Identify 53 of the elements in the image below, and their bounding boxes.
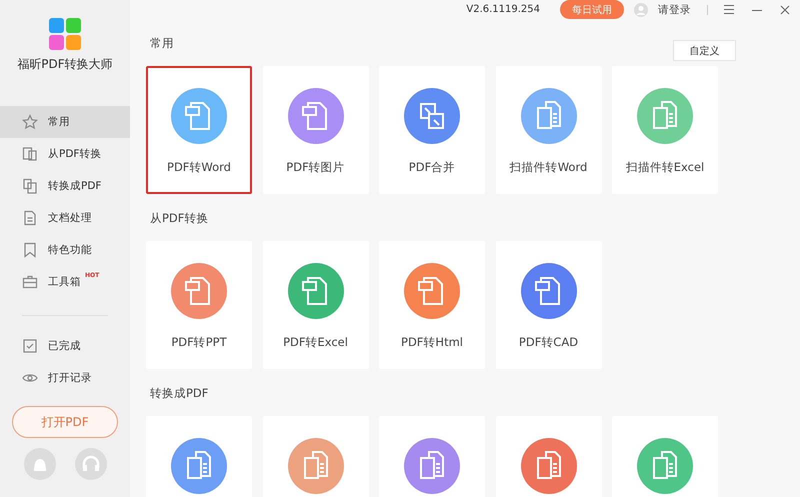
document-icon [22,210,38,226]
sidebar-item-label: 文档处理 [48,211,92,225]
tool-card-label: PDF转Excel [283,335,348,350]
avatar-icon[interactable] [634,2,648,16]
sidebar-item-label: 常用 [48,115,70,129]
tool-card-label: PDF转PPT [171,335,227,350]
tool-card-label: PDF合并 [408,160,456,175]
tool-card[interactable]: PDF转Word [146,66,252,194]
login-link[interactable]: 请登录 [658,2,691,16]
pages-icon [22,146,38,162]
sidebar-item[interactable]: 文档处理 [0,202,130,234]
section-title: 从PDF转换 [150,210,208,226]
sidebar-item[interactable]: 已完成 [0,330,130,362]
sidebar-item[interactable]: 打开记录 [0,362,130,394]
tool-card-label: 扫描件转Word [510,160,588,175]
customize-button[interactable]: 自定义 [673,40,736,61]
tool-card[interactable]: PDF转图片 [262,66,368,194]
sidebar-item-label: 打开记录 [48,371,92,385]
sidebar-item[interactable]: 从PDF转换 [0,138,130,170]
tool-card[interactable]: PDF转Html [379,241,485,369]
tool-card[interactable]: PDF转PPT [146,241,252,369]
sidebar-item[interactable]: 常用 [0,106,130,138]
star-icon [22,114,38,130]
sidebar-item-label: 特色功能 [48,243,92,257]
logo-icon [49,18,81,50]
version-label: V2.6.1119.254 [466,4,540,15]
menu-icon[interactable] [724,5,734,14]
toolbox-icon [22,274,38,290]
tool-card[interactable]: 扫描件转Excel [612,66,718,194]
section-title: 转换成PDF [150,386,208,400]
tool-card[interactable]: 扫描件转Word [496,66,602,194]
sidebar-item-label: 转换成PDF [48,179,102,193]
app-name: 福昕PDF转换大师 [17,56,113,73]
pages-icon [22,178,38,194]
section-title: 常用 [150,36,174,50]
sidebar-item-label: 从PDF转换 [48,147,102,161]
tool-card-label: 扫描件转Excel [626,160,704,175]
sidebar-item-label: 已完成 [48,339,81,353]
chat-icon[interactable] [24,448,56,480]
checkbox-icon [22,338,38,354]
tool-card-label: PDF转图片 [286,160,345,175]
sidebar-item[interactable]: 转换成PDF [0,170,130,202]
close-icon[interactable] [780,4,790,14]
sidebar-item-label: 工具箱 [48,275,81,289]
sidebar-item[interactable]: 特色功能 [0,234,130,266]
tool-card[interactable]: PDF合并 [379,66,485,194]
tool-card[interactable]: PDF转CAD [496,241,602,369]
tool-card-label: PDF转Html [401,335,463,350]
tool-card-label: PDF转Word [167,160,231,175]
bookmark-icon [22,242,38,258]
tool-card-label: PDF转CAD [518,335,578,350]
tool-card[interactable]: PDF转Excel [262,241,368,369]
headset-icon[interactable] [74,448,106,480]
